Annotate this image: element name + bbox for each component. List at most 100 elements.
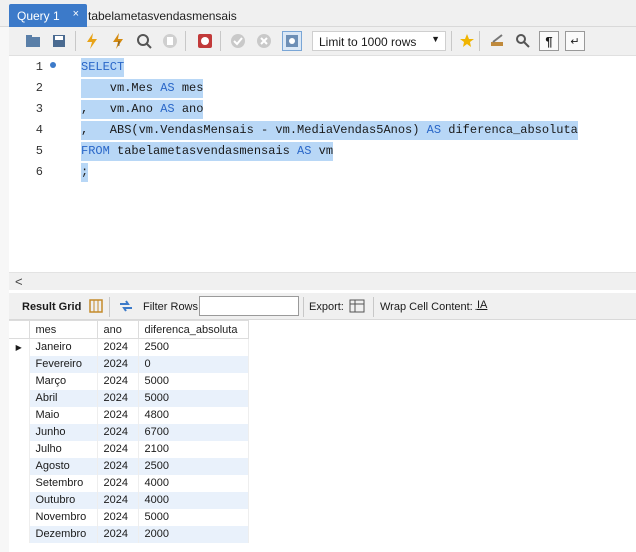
- table-cell[interactable]: 4000: [138, 474, 249, 492]
- code-line[interactable]: FROM tabelametasvendasmensais AS vm: [81, 142, 334, 161]
- code-line[interactable]: , ABS(vm.VendasMensais - vm.MediaVendas5…: [81, 121, 578, 140]
- table-row[interactable]: Março 2024 5000: [9, 372, 249, 390]
- table-cell[interactable]: Outubro: [29, 491, 98, 509]
- table-row[interactable]: Agosto 2024 2500: [9, 457, 249, 475]
- table-cell[interactable]: Maio: [29, 406, 98, 424]
- result-grid-tab[interactable]: Result Grid: [22, 301, 81, 313]
- row-indicator[interactable]: [9, 440, 30, 458]
- table-cell[interactable]: Fevereiro: [29, 355, 98, 373]
- execute-icon[interactable]: [82, 31, 102, 51]
- row-indicator[interactable]: [9, 423, 30, 441]
- row-indicator[interactable]: [9, 525, 30, 543]
- table-cell[interactable]: Janeiro: [29, 338, 98, 356]
- table-row[interactable]: Maio 2024 4800: [9, 406, 249, 424]
- wrap-icon[interactable]: ↵: [565, 31, 585, 51]
- table-cell[interactable]: 2024: [97, 389, 139, 407]
- table-row[interactable]: Abril 2024 5000: [9, 389, 249, 407]
- export-icon[interactable]: [349, 298, 367, 317]
- scroll-left-icon[interactable]: <: [15, 274, 23, 289]
- row-indicator[interactable]: [9, 372, 30, 390]
- table-cell[interactable]: 6700: [138, 423, 249, 441]
- table-cell[interactable]: 2024: [97, 338, 139, 356]
- rollback-icon[interactable]: [254, 31, 274, 51]
- table-cell[interactable]: Novembro: [29, 508, 98, 526]
- commit-icon[interactable]: [228, 31, 248, 51]
- table-cell[interactable]: 4000: [138, 491, 249, 509]
- code-line[interactable]: , vm.Ano AS ano: [81, 100, 204, 119]
- column-header-ano[interactable]: ano: [96, 320, 139, 339]
- row-indicator[interactable]: [9, 457, 30, 475]
- table-cell[interactable]: Setembro: [29, 474, 98, 492]
- tab-tabelametasvendasmensais[interactable]: tabelametasvendasmensais: [80, 4, 245, 27]
- table-cell[interactable]: 0: [138, 355, 249, 373]
- sql-text: diferenca_absoluta: [441, 123, 578, 137]
- add-snippet-icon[interactable]: [457, 31, 477, 51]
- result-grid-icon[interactable]: [89, 299, 103, 316]
- code-line[interactable]: vm.Mes AS mes: [81, 79, 204, 98]
- toggle-error-icon[interactable]: [195, 31, 215, 51]
- table-cell[interactable]: 2024: [97, 440, 139, 458]
- explain-icon[interactable]: [134, 31, 154, 51]
- table-cell[interactable]: 2024: [97, 525, 139, 543]
- table-cell[interactable]: 2000: [138, 525, 249, 543]
- table-row[interactable]: Fevereiro 2024 0: [9, 355, 249, 373]
- table-cell[interactable]: 2024: [97, 457, 139, 475]
- left-margin-strip: [0, 27, 9, 552]
- table-cell[interactable]: 5000: [138, 389, 249, 407]
- row-indicator[interactable]: [9, 491, 30, 509]
- table-cell[interactable]: Dezembro: [29, 525, 98, 543]
- table-cell[interactable]: 2500: [138, 457, 249, 475]
- table-row[interactable]: Novembro 2024 5000: [9, 508, 249, 526]
- table-row[interactable]: Junho 2024 6700: [9, 423, 249, 441]
- close-tab-icon[interactable]: ×: [73, 8, 79, 20]
- row-indicator[interactable]: [9, 355, 30, 373]
- filter-rows-input[interactable]: [199, 296, 299, 316]
- save-icon[interactable]: [49, 31, 69, 51]
- table-cell[interactable]: Julho: [29, 440, 98, 458]
- stop-icon[interactable]: [160, 31, 180, 51]
- result-grid[interactable]: mes ano diferenca_absoluta ▶ Janeiro 2024 2…: [9, 320, 249, 543]
- table-row[interactable]: Setembro 2024 4000: [9, 474, 249, 492]
- row-indicator[interactable]: [9, 474, 30, 492]
- table-cell[interactable]: 2024: [97, 406, 139, 424]
- row-indicator[interactable]: [9, 508, 30, 526]
- table-cell[interactable]: 2024: [97, 355, 139, 373]
- table-cell[interactable]: 2024: [97, 508, 139, 526]
- table-row[interactable]: Dezembro 2024 2000: [9, 525, 249, 543]
- table-cell[interactable]: 2024: [97, 372, 139, 390]
- find-icon[interactable]: [513, 31, 533, 51]
- execute-selection-icon[interactable]: I: [108, 31, 128, 51]
- table-cell[interactable]: Março: [29, 372, 98, 390]
- table-cell[interactable]: Agosto: [29, 457, 98, 475]
- editor-horizontal-scrollbar[interactable]: <: [9, 272, 636, 290]
- table-cell[interactable]: Abril: [29, 389, 98, 407]
- code-line[interactable]: ;: [81, 163, 89, 182]
- table-row[interactable]: Julho 2024 2100: [9, 440, 249, 458]
- sql-editor[interactable]: 1 2 3 4 5 6 SELECT vm.Mes AS mes , vm.Ano AS an…: [9, 56, 636, 272]
- table-row[interactable]: Outubro 2024 4000: [9, 491, 249, 509]
- invisible-chars-icon[interactable]: ¶: [539, 31, 559, 51]
- table-cell[interactable]: 5000: [138, 372, 249, 390]
- table-cell[interactable]: 2500: [138, 338, 249, 356]
- tab-query-1[interactable]: Query 1 ×: [9, 4, 87, 27]
- table-cell[interactable]: 2024: [97, 491, 139, 509]
- limit-rows-select[interactable]: Limit to 1000 rows ▼: [312, 31, 446, 51]
- table-row[interactable]: ▶ Janeiro 2024 2500: [9, 338, 249, 356]
- folder-icon[interactable]: [23, 31, 43, 51]
- row-indicator[interactable]: ▶: [9, 338, 30, 356]
- table-cell[interactable]: 4800: [138, 406, 249, 424]
- row-indicator[interactable]: [9, 406, 30, 424]
- beautify-icon[interactable]: [487, 31, 507, 51]
- table-cell[interactable]: 2024: [97, 423, 139, 441]
- table-cell[interactable]: Junho: [29, 423, 98, 441]
- autocommit-icon[interactable]: [282, 31, 302, 51]
- table-cell[interactable]: 5000: [138, 508, 249, 526]
- wrap-cell-icon[interactable]: I̲A: [477, 299, 487, 311]
- code-line[interactable]: SELECT: [81, 58, 125, 77]
- column-header-mes[interactable]: mes: [28, 320, 98, 339]
- column-header-diferenca-absoluta[interactable]: diferenca_absoluta: [137, 320, 249, 339]
- table-cell[interactable]: 2024: [97, 474, 139, 492]
- table-cell[interactable]: 2100: [138, 440, 249, 458]
- row-indicator[interactable]: [9, 389, 30, 407]
- refresh-icon[interactable]: [118, 299, 134, 316]
